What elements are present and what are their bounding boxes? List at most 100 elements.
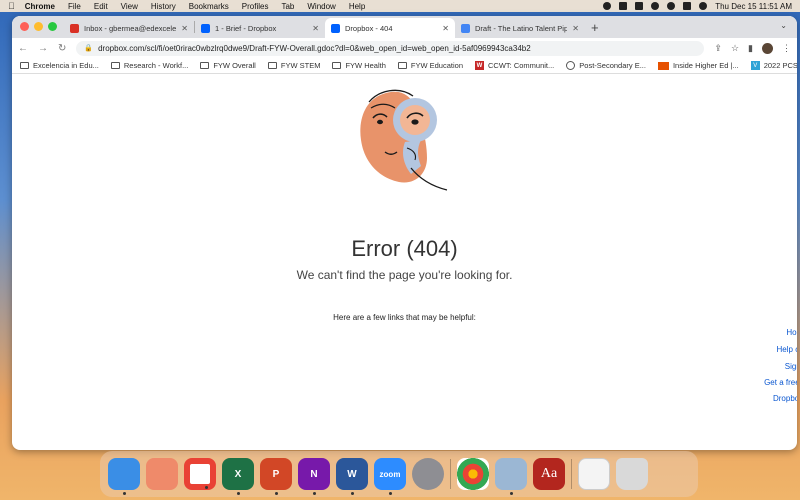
tab-gmail-inbox[interactable]: Inbox - gbermea@edexcelencia ✕ bbox=[64, 18, 194, 38]
back-icon[interactable]: ← bbox=[18, 43, 28, 54]
close-tab-icon[interactable]: ✕ bbox=[442, 24, 449, 33]
excel-icon[interactable]: X bbox=[222, 458, 254, 495]
tab-label: Draft - The Latino Talent Pipeli bbox=[475, 23, 568, 33]
photos-icon[interactable] bbox=[457, 458, 489, 490]
home-link[interactable]: Home bbox=[405, 328, 797, 337]
share-icon[interactable]: ⇪ bbox=[714, 43, 722, 54]
bookmark-star-icon[interactable]: ☆ bbox=[731, 43, 739, 54]
browser-window: Inbox - gbermea@edexcelencia ✕ 1 - Brief… bbox=[12, 16, 797, 450]
dropbox-plus-link[interactable]: Dropbox Plus bbox=[405, 394, 797, 403]
bookmark-item[interactable]: Post-Secondary E... bbox=[566, 61, 646, 70]
bookmark-item[interactable]: FYW STEM bbox=[267, 61, 321, 70]
menu-app-name[interactable]: Chrome bbox=[25, 2, 55, 11]
search-icon[interactable] bbox=[667, 2, 676, 10]
trash-icon[interactable] bbox=[616, 458, 648, 490]
address-bar[interactable]: 🔒 dropbox.com/scl/fi/oet0rirac0wbzlrq0dw… bbox=[76, 40, 705, 56]
menubar-clock[interactable]: Thu Dec 15 11:51 AM bbox=[715, 2, 792, 11]
close-tab-icon[interactable]: ✕ bbox=[181, 24, 188, 33]
preview-icon[interactable] bbox=[495, 458, 527, 495]
menu-profiles[interactable]: Profiles bbox=[242, 2, 269, 11]
gmail-icon bbox=[70, 23, 79, 33]
tab-label: 1 - Brief - Dropbox bbox=[215, 23, 277, 33]
minimized-window-icon[interactable] bbox=[578, 458, 610, 490]
running-indicator bbox=[510, 492, 513, 495]
new-tab-button[interactable]: + bbox=[591, 20, 599, 35]
dock-divider bbox=[450, 459, 451, 489]
onenote-icon[interactable]: N bbox=[298, 458, 330, 495]
zoom-icon[interactable]: zoom bbox=[374, 458, 406, 495]
lock-icon[interactable]: 🔒 bbox=[84, 44, 93, 52]
profile-avatar[interactable] bbox=[762, 42, 773, 54]
wifi-icon[interactable] bbox=[651, 2, 660, 10]
bookmark-item[interactable]: FYW Education bbox=[397, 61, 463, 70]
tab-label: Dropbox - 404 bbox=[345, 23, 393, 33]
folder-icon bbox=[397, 62, 407, 69]
globe-icon bbox=[566, 61, 576, 70]
page-subtitle: We can't find the page you're looking fo… bbox=[296, 268, 513, 282]
tab-search-chevron-icon[interactable]: ⌄ bbox=[780, 21, 787, 30]
word-icon[interactable]: W bbox=[336, 458, 368, 495]
system-settings-icon[interactable] bbox=[412, 458, 444, 490]
bookmark-label: FYW Health bbox=[345, 61, 386, 70]
bookmark-item[interactable]: Research - Workf... bbox=[110, 61, 188, 70]
menu-tab[interactable]: Tab bbox=[281, 2, 294, 11]
close-window-icon[interactable] bbox=[20, 22, 29, 31]
bookmarks-bar: Excelencia in Edu... Research - Workf...… bbox=[12, 58, 797, 74]
side-panel-icon[interactable]: ▮ bbox=[748, 43, 753, 54]
word-icon-label: W bbox=[347, 468, 357, 480]
tab-draft-latino-talent[interactable]: Draft - The Latino Talent Pipeli ✕ bbox=[455, 18, 585, 38]
chrome-icon[interactable] bbox=[184, 458, 216, 490]
bookmark-item[interactable]: W CCWT: Communit... bbox=[475, 61, 554, 70]
launchpad-icon[interactable] bbox=[146, 458, 178, 490]
bookmark-item[interactable]: Excelencia in Edu... bbox=[20, 61, 99, 70]
menu-history[interactable]: History bbox=[151, 2, 176, 11]
menu-window[interactable]: Window bbox=[307, 2, 335, 11]
menu-bookmarks[interactable]: Bookmarks bbox=[189, 2, 229, 11]
reload-icon[interactable]: ↻ bbox=[58, 43, 66, 54]
record-status-icon[interactable] bbox=[603, 2, 612, 10]
dictionary-icon[interactable]: Aa bbox=[533, 458, 565, 490]
macos-dock: X P N W zoom Aa bbox=[100, 451, 698, 497]
tab-dropbox-404[interactable]: Dropbox - 404 ✕ bbox=[325, 18, 455, 38]
page-content: Error (404) We can't find the page you'r… bbox=[12, 74, 797, 450]
zoom-window-icon[interactable] bbox=[48, 22, 57, 31]
forward-icon[interactable]: → bbox=[38, 43, 48, 54]
onenote-icon-label: N bbox=[310, 468, 318, 480]
close-tab-icon[interactable]: ✕ bbox=[312, 24, 319, 33]
tab-dropbox-brief[interactable]: 1 - Brief - Dropbox ✕ bbox=[195, 18, 325, 38]
tab-strip: Inbox - gbermea@edexcelencia ✕ 1 - Brief… bbox=[12, 16, 797, 38]
tab-label: Inbox - gbermea@edexcelencia bbox=[84, 23, 177, 33]
running-indicator bbox=[123, 492, 126, 495]
bookmark-item[interactable]: Inside Higher Ed |... bbox=[657, 61, 739, 70]
siri-icon[interactable] bbox=[699, 2, 708, 10]
apple-menu-icon[interactable]:  bbox=[8, 1, 15, 11]
bookmark-item[interactable]: FYW Overall bbox=[200, 61, 256, 70]
magnifying-glass-face-illustration bbox=[360, 89, 448, 191]
zoom-icon-label: zoom bbox=[379, 469, 401, 479]
window-controls bbox=[20, 22, 57, 31]
bookmark-item[interactable]: V2022 PCS Brief Int... bbox=[750, 61, 797, 70]
menu-help[interactable]: Help bbox=[349, 2, 365, 11]
close-tab-icon[interactable]: ✕ bbox=[572, 24, 579, 33]
bookmark-label: Inside Higher Ed |... bbox=[672, 61, 739, 70]
minimize-window-icon[interactable] bbox=[34, 22, 43, 31]
menu-edit[interactable]: Edit bbox=[94, 2, 108, 11]
grid-status-icon[interactable] bbox=[619, 2, 628, 10]
get-free-account-link[interactable]: Get a free account bbox=[405, 378, 797, 387]
menu-view[interactable]: View bbox=[121, 2, 138, 11]
menu-file[interactable]: File bbox=[68, 2, 81, 11]
bookmark-label: Excelencia in Edu... bbox=[33, 61, 99, 70]
bookmark-label: FYW STEM bbox=[280, 61, 321, 70]
battery-icon[interactable] bbox=[635, 2, 644, 10]
toolbar-actions: ⇪ ☆ ▮ ⋮ bbox=[714, 42, 791, 54]
running-indicator bbox=[351, 492, 354, 495]
help-center-link[interactable]: Help center bbox=[405, 345, 797, 354]
finder-icon[interactable] bbox=[108, 458, 140, 495]
chrome-menu-icon[interactable]: ⋮ bbox=[782, 43, 791, 54]
control-center-icon[interactable] bbox=[683, 2, 692, 10]
bookmark-item[interactable]: FYW Health bbox=[332, 61, 386, 70]
powerpoint-icon[interactable]: P bbox=[260, 458, 292, 495]
sign-in-link[interactable]: Sign in bbox=[405, 362, 797, 371]
url-text[interactable]: dropbox.com/scl/fi/oet0rirac0wbzlrq0dwe9… bbox=[98, 44, 531, 53]
dropbox-icon bbox=[331, 23, 340, 33]
